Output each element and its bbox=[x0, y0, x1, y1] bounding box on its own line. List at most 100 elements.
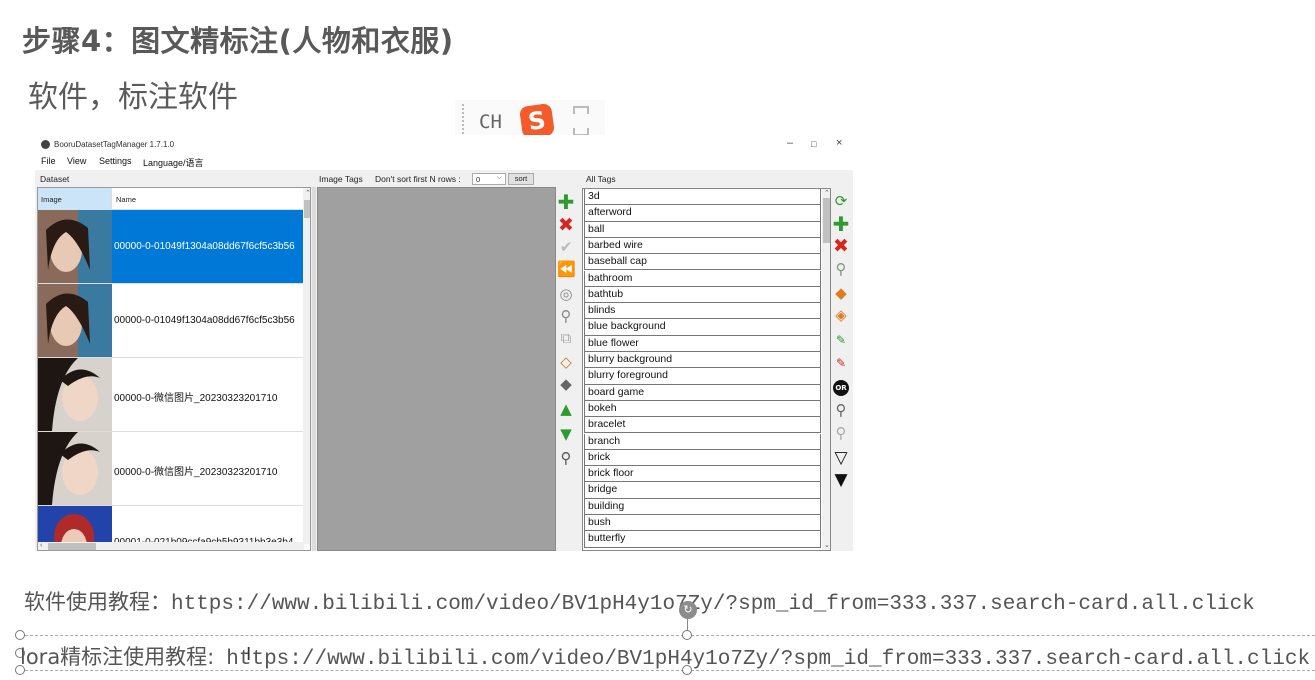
zoom-in-icon[interactable]: ⚲ bbox=[832, 401, 850, 419]
tag-item[interactable]: building bbox=[584, 498, 821, 515]
delete-icon[interactable]: ✖ bbox=[832, 237, 850, 256]
scroll-down-icon[interactable]: ⌄ bbox=[824, 541, 830, 549]
thumbnail-image bbox=[38, 432, 112, 505]
tag-item[interactable]: blurry foreground bbox=[584, 368, 821, 385]
dataset-vertical-scrollbar[interactable]: ⌃ bbox=[303, 188, 310, 544]
tutorial-link-2[interactable]: https://www.bilibili.com/video/BV1pH4y1o… bbox=[226, 648, 1310, 671]
tag-item[interactable]: bracelet bbox=[584, 417, 821, 434]
row-name: 00000-0-01049f1304a08dd67f6cf5c3b56 bbox=[114, 241, 295, 252]
tag-item[interactable]: blinds bbox=[584, 303, 821, 320]
menu-settings[interactable]: Settings bbox=[99, 156, 132, 166]
filter-icon[interactable]: ▽ bbox=[832, 449, 850, 467]
add-note-icon[interactable]: ✎ bbox=[832, 331, 850, 349]
tag-item[interactable]: blurry background bbox=[584, 352, 821, 369]
menu-view[interactable]: View bbox=[67, 156, 86, 166]
resize-handle-tl[interactable] bbox=[15, 630, 25, 640]
sogou-logo-icon[interactable]: S bbox=[518, 102, 556, 140]
resize-handle-t[interactable] bbox=[682, 630, 692, 640]
dataset-horizontal-scrollbar[interactable]: ‹ bbox=[38, 542, 304, 550]
tag-item[interactable]: brick bbox=[584, 449, 821, 467]
search-doc-icon[interactable]: ⚲ bbox=[557, 307, 575, 325]
layers-icon[interactable]: ⧉ bbox=[557, 329, 575, 347]
sort-rows-value: 0 bbox=[476, 175, 481, 184]
tag-item[interactable]: bridge bbox=[584, 482, 821, 499]
window-title: BooruDatasetTagManager 1.7.1.0 bbox=[54, 140, 175, 149]
dataset-row[interactable]: 00000-0-01049f1304a08dd67f6cf5c3b56 bbox=[38, 210, 304, 284]
row-name: 00000-0-微信图片_20230323201710 bbox=[114, 393, 278, 404]
rewind-icon[interactable]: ⏪ bbox=[557, 260, 576, 278]
sort-button[interactable]: sort bbox=[508, 173, 534, 185]
dataset-label: Dataset bbox=[40, 174, 70, 184]
tag-item[interactable]: branch bbox=[584, 433, 821, 450]
tutorial-link-1[interactable]: https://www.bilibili.com/video/BV1pH4y1o… bbox=[171, 593, 1255, 616]
sort-label: Don't sort first N rows : bbox=[375, 174, 461, 184]
check-icon[interactable]: ✔ bbox=[557, 238, 575, 256]
ime-menu-icon[interactable] bbox=[573, 106, 589, 136]
tag-item[interactable]: butterfly bbox=[584, 531, 821, 548]
tag-item[interactable]: ball bbox=[584, 221, 821, 238]
tag-item[interactable]: 3d bbox=[584, 189, 821, 206]
row-name: 00000-0-微信图片_20230323201710 bbox=[114, 467, 278, 478]
menu-language[interactable]: Language/语言 bbox=[143, 156, 204, 169]
image-tags-pane[interactable] bbox=[317, 187, 556, 551]
dataset-row[interactable]: 00000-0-01049f1304a08dd67f6cf5c3b56 bbox=[38, 284, 304, 358]
row-name: 00000-0-01049f1304a08dd67f6cf5c3b56 bbox=[114, 315, 295, 326]
menu-file[interactable]: File bbox=[41, 156, 56, 166]
refresh-icon[interactable]: ⟳ bbox=[832, 192, 850, 210]
tutorial-line-1: 软件使用教程：https://www.bilibili.com/video/BV… bbox=[24, 586, 1255, 616]
tutorial-line-2[interactable]: lora精标注使用教程: https://www.bilibili.com/vid… bbox=[20, 641, 1310, 671]
search-add-icon[interactable]: ⚲ bbox=[832, 260, 850, 278]
ime-drag-handle[interactable] bbox=[462, 104, 464, 138]
dataset-header: Image Name bbox=[38, 188, 310, 210]
delete-tag-icon[interactable]: ✖ bbox=[557, 216, 575, 235]
tag-edit-icon[interactable]: ◈ bbox=[832, 306, 850, 324]
minimize-button[interactable]: – bbox=[787, 137, 793, 149]
or-icon[interactable]: OR bbox=[833, 380, 849, 396]
dataset-table[interactable]: Image Name 00000-0-01049f1304a08dd67f6cf… bbox=[37, 187, 311, 551]
pane-splitter[interactable] bbox=[312, 187, 316, 551]
column-header-image[interactable]: Image bbox=[38, 188, 112, 210]
all-tags-label: All Tags bbox=[586, 174, 616, 184]
tag-item[interactable]: barbed wire bbox=[584, 237, 821, 255]
text-cursor-icon: I bbox=[246, 644, 252, 665]
tags-vertical-scrollbar[interactable]: ⌃ ⌄ bbox=[822, 189, 830, 550]
remove-note-icon[interactable]: ✎ bbox=[832, 354, 850, 372]
app-window: BooruDatasetTagManager 1.7.1.0 – □ × Fil… bbox=[35, 135, 853, 551]
tag-item[interactable]: blue flower bbox=[584, 335, 821, 352]
tag-orange-icon[interactable]: ◆ bbox=[832, 284, 850, 302]
eraser-icon[interactable]: ◇ bbox=[557, 353, 575, 371]
paint-bucket-icon[interactable]: ◆ bbox=[557, 375, 575, 393]
move-down-icon[interactable]: ▼ bbox=[557, 425, 575, 443]
move-up-icon[interactable]: ▲ bbox=[557, 400, 575, 418]
all-tags-list[interactable]: 3d afterword ball barbed wire baseball c… bbox=[582, 188, 831, 551]
maximize-button[interactable]: □ bbox=[811, 139, 816, 149]
tag-item[interactable]: brick floor bbox=[584, 466, 821, 483]
tag-item[interactable]: blue background bbox=[584, 319, 821, 336]
column-header-name[interactable]: Name bbox=[116, 195, 136, 204]
tag-item[interactable]: bokeh bbox=[584, 400, 821, 418]
ime-mode-toggle[interactable]: CH bbox=[479, 111, 502, 133]
dataset-row[interactable]: 00000-0-微信图片_20230323201710 bbox=[38, 358, 304, 432]
zoom-out-icon[interactable]: ⚲ bbox=[832, 424, 850, 442]
tag-item[interactable]: afterword bbox=[584, 205, 821, 222]
scroll-up-icon[interactable]: ⌃ bbox=[305, 189, 310, 197]
disc-icon[interactable]: ◎ bbox=[557, 285, 575, 303]
add-tag-icon[interactable]: ✚ bbox=[557, 192, 575, 212]
filter-clear-icon[interactable]: ▼ bbox=[832, 471, 850, 489]
add-icon[interactable]: ✚ bbox=[832, 214, 850, 234]
magnifier-icon[interactable]: ⚲ bbox=[557, 449, 575, 467]
rotate-handle-icon[interactable]: ↻ bbox=[679, 601, 697, 619]
tag-item[interactable]: bathtub bbox=[584, 286, 821, 304]
scroll-up-icon[interactable]: ⌃ bbox=[824, 189, 830, 197]
tag-item[interactable]: board game bbox=[584, 384, 821, 401]
scroll-left-icon[interactable]: ‹ bbox=[40, 542, 42, 549]
thumbnail-image bbox=[38, 358, 112, 431]
dataset-row[interactable]: 00000-0-微信图片_20230323201710 bbox=[38, 432, 304, 506]
tag-item[interactable]: bathroom bbox=[584, 270, 821, 287]
sort-rows-select[interactable]: 0 ⌵ bbox=[472, 173, 506, 185]
tag-item[interactable]: baseball cap bbox=[584, 254, 821, 271]
chevron-down-icon: ⌵ bbox=[496, 174, 502, 181]
close-button[interactable]: × bbox=[836, 137, 842, 149]
thumbnail-image bbox=[38, 284, 112, 357]
tag-item[interactable]: bush bbox=[584, 515, 821, 532]
